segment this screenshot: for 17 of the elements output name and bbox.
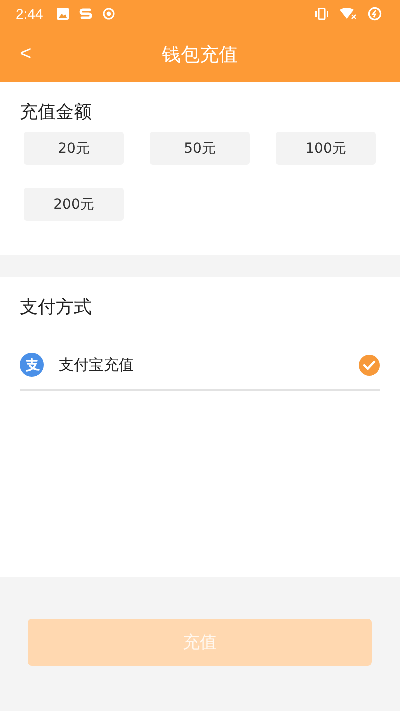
app-icon [79, 6, 94, 20]
payment-logo-icon [20, 353, 44, 377]
wifi-icon [340, 8, 358, 20]
section-title: 支付方式 [20, 296, 93, 320]
amount-option[interactable]: 50元 [150, 132, 250, 165]
record-icon [103, 8, 116, 20]
vibrate-icon [314, 8, 330, 20]
status-time: 2:44 [16, 6, 44, 22]
battery-saver-icon [368, 6, 382, 20]
check-icon[interactable] [359, 354, 380, 376]
amount-option[interactable]: 200元 [24, 188, 124, 221]
payment-method-label[interactable]: 支付宝充值 [59, 356, 359, 374]
section-title: 充值金额 [20, 101, 93, 125]
page-title: 钱包充值 [162, 42, 238, 68]
amount-option[interactable]: 20元 [24, 132, 124, 165]
amount-option[interactable]: 100元 [276, 132, 376, 165]
image-icon [57, 8, 70, 20]
